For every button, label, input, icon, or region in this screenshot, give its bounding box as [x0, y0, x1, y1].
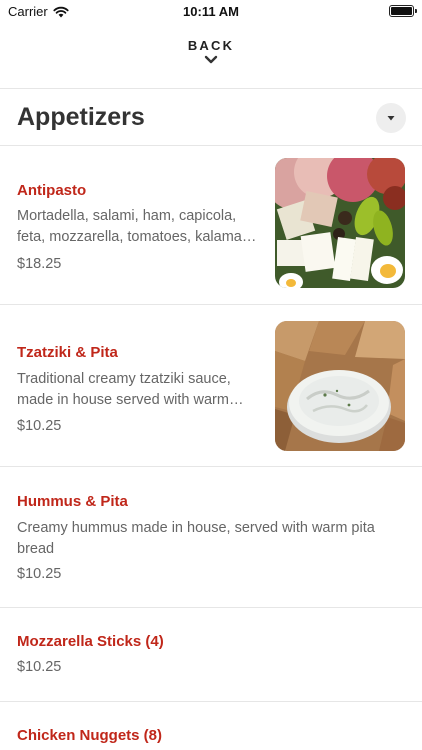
section-dropdown-button[interactable]: [376, 103, 406, 133]
battery-icon: [389, 5, 417, 17]
item-description: Creamy hummus made in house, served with…: [17, 518, 407, 560]
item-description: Mortadella, salami, ham, capicola, feta,…: [17, 206, 257, 248]
item-name: Hummus & Pita: [17, 493, 128, 510]
menu-item-mozzarella-sticks[interactable]: Mozzarella Sticks (4) $10.25: [0, 608, 422, 701]
item-name: Antipasto: [17, 182, 87, 199]
item-price: $18.25: [17, 256, 62, 272]
clock: 10:11 AM: [183, 4, 239, 19]
item-name: Chicken Nuggets (8): [17, 727, 163, 744]
item-price: $10.25: [17, 566, 62, 582]
item-price: $10.25: [17, 418, 62, 434]
menu-item-tzatziki-pita[interactable]: Tzatziki & Pita Traditional creamy tzatz…: [0, 305, 422, 466]
section-title: Appetizers: [17, 103, 145, 131]
menu-item-chicken-nuggets[interactable]: Chicken Nuggets (8): [0, 702, 422, 750]
back-label: BACK: [187, 38, 235, 53]
item-description-line: made in house served with warm…: [17, 392, 244, 408]
item-image-tzatziki: [275, 321, 405, 451]
item-description: Traditional creamy tzatziki sauce, made …: [17, 369, 257, 411]
item-description-line: bread: [17, 541, 55, 557]
item-description-line: feta, mozzarella, tomatoes, kalama…: [17, 229, 257, 245]
back-button[interactable]: BACK: [0, 38, 422, 65]
divider: [0, 88, 422, 89]
item-name: Mozzarella Sticks (4): [17, 633, 164, 650]
item-description-line: Creamy hummus made in house, served with…: [17, 520, 375, 536]
menu-item-hummus-pita[interactable]: Hummus & Pita Creamy hummus made in hous…: [0, 467, 422, 607]
item-image-antipasto: [275, 158, 405, 288]
item-price: $10.25: [17, 659, 62, 675]
item-description-line: Traditional creamy tzatziki sauce,: [17, 371, 231, 387]
chevron-down-icon: [204, 55, 218, 64]
status-bar: Carrier 10:11 AM: [0, 0, 422, 24]
item-description-line: Mortadella, salami, ham, capicola,: [17, 208, 237, 224]
section-header: Appetizers: [0, 98, 422, 138]
menu-item-antipasto[interactable]: Antipasto Mortadella, salami, ham, capic…: [0, 146, 422, 304]
item-name: Tzatziki & Pita: [17, 344, 118, 361]
caret-down-icon: [387, 116, 395, 121]
